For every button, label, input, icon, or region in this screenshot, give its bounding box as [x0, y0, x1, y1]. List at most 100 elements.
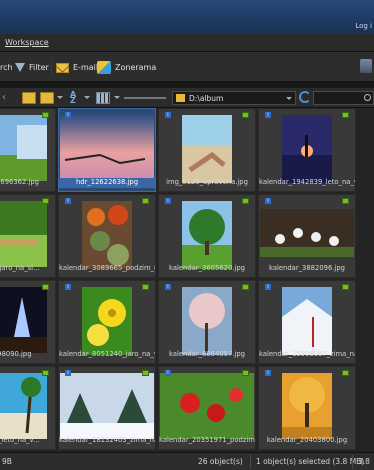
thumbnail-caption: img_0128_upravena.jpg	[166, 178, 248, 186]
search-input[interactable]	[313, 91, 374, 105]
chevron-down-icon[interactable]	[57, 96, 63, 99]
exif-badge-icon	[342, 112, 349, 118]
search-icon[interactable]	[364, 94, 371, 101]
path-text: D:\album	[189, 94, 224, 103]
path-field[interactable]: D:\album	[172, 91, 296, 105]
folder-icon[interactable]	[40, 92, 54, 104]
thumbnail-caption: kalendar_15908067_zima_na_...	[259, 350, 355, 358]
thumbnail-caption: kalendar_3882096.jpg	[269, 264, 345, 272]
status-object-count: 26 object(s)	[198, 457, 243, 466]
status-selection: 1 object(s) selected (3.8 MB)	[256, 457, 365, 466]
publish-icon[interactable]	[360, 59, 372, 73]
photo-thumbnail	[182, 201, 232, 269]
exif-badge-icon	[242, 112, 249, 118]
photo-thumbnail	[160, 373, 254, 439]
thumbnail-tile[interactable]: i kalendar_3882096.jpg	[258, 194, 356, 278]
exif-badge-icon	[242, 370, 249, 376]
thumbnail-caption: kalendar_3605620.jpg	[169, 264, 245, 272]
info-badge-icon: i	[165, 284, 171, 290]
search-button[interactable]: rch	[0, 61, 13, 74]
email-label: E-mail	[73, 63, 99, 72]
thumbnail-tile[interactable]: i hdr_12622638.jpg	[58, 108, 156, 192]
exif-badge-icon	[342, 284, 349, 290]
exif-badge-icon	[342, 370, 349, 376]
sort-az-icon[interactable]: AZ	[70, 91, 82, 105]
thumbnail-tile[interactable]: i kalendar_18132403_zima_na...	[58, 366, 156, 450]
photo-thumbnail	[0, 201, 47, 267]
thumbnail-tile[interactable]: i kalendar_20351971_podzim...	[158, 366, 256, 450]
photo-thumbnail	[282, 287, 332, 355]
thumbnail-caption: kalendar_8864097.jpg	[169, 350, 245, 358]
zonerama-button[interactable]: Zonerama	[97, 61, 156, 74]
thumbnail-tile[interactable]: i img_0128_upravena.jpg	[158, 108, 256, 192]
exif-badge-icon	[342, 198, 349, 204]
login-link[interactable]: Log i	[355, 22, 372, 30]
info-badge-icon: i	[65, 370, 71, 376]
folder-icon	[176, 94, 185, 102]
status-separator	[250, 455, 251, 469]
thumbnail-size-slider[interactable]	[124, 97, 166, 99]
photo-thumbnail	[0, 115, 47, 181]
thumbnail-caption: kalendar_3089665_podzim_n...	[59, 264, 155, 272]
thumbnail-caption: _xxl_24696362.jpg	[0, 178, 39, 186]
exif-badge-icon	[142, 370, 149, 376]
email-button[interactable]: E-mail	[56, 61, 98, 74]
info-badge-icon: i	[65, 198, 71, 204]
status-separator	[352, 455, 353, 469]
view-mode-icon[interactable]	[96, 92, 110, 104]
thumbnail-tile[interactable]: i kalendar_3605620.jpg	[158, 194, 256, 278]
info-badge-icon: i	[165, 198, 171, 204]
thumbnail-caption: l59778_leto_na_v...	[0, 436, 40, 444]
exif-badge-icon	[42, 198, 49, 204]
exif-badge-icon	[242, 198, 249, 204]
thumbnail-tile[interactable]: i kalendar_8051240_jaro_na_v...	[58, 280, 156, 364]
photo-thumbnail	[282, 115, 332, 183]
thumbnail-tile[interactable]: i kalendar_3089665_podzim_n...	[58, 194, 156, 278]
thumbnail-caption: 72414_jaro_na_si...	[0, 264, 40, 272]
browse-toolbar: ‹ AZ D:\album	[0, 88, 374, 108]
photo-thumbnail	[82, 201, 132, 269]
exif-badge-icon	[142, 284, 149, 290]
refresh-icon[interactable]	[299, 91, 311, 103]
info-badge-icon: i	[265, 198, 271, 204]
photo-thumbnail	[182, 115, 232, 183]
thumbnail-tile[interactable]: l59778_leto_na_v...	[0, 366, 56, 450]
thumbnail-tile[interactable]: i kalendar_20403800.jpg	[258, 366, 356, 450]
info-badge-icon: i	[265, 284, 271, 290]
thumbnail-tile[interactable]: i kalendar_1942839_leto_na_v...	[258, 108, 356, 192]
search-label: rch	[0, 63, 13, 72]
chevron-down-icon[interactable]	[114, 96, 120, 99]
thumbnail-tile[interactable]: 72414_jaro_na_si...	[0, 194, 56, 278]
info-badge-icon: i	[265, 370, 271, 376]
exif-badge-icon	[42, 370, 49, 376]
thumbnail-tile[interactable]: r_7698090.jpg	[0, 280, 56, 364]
menu-bar: Workspace	[0, 34, 374, 52]
folder-up-icon[interactable]	[22, 92, 36, 104]
thumbnail-caption: kalendar_8051240_jaro_na_v...	[59, 350, 155, 358]
photo-thumbnail	[82, 287, 132, 355]
thumbnail-caption: kalendar_1942839_leto_na_v...	[259, 178, 355, 186]
info-badge-icon: i	[65, 284, 71, 290]
thumbnail-tile[interactable]: i kalendar_8864097.jpg	[158, 280, 256, 364]
exif-badge-icon	[42, 284, 49, 290]
thumbnail-caption: kalendar_18132403_zima_na...	[59, 436, 155, 444]
thumbnail-caption: kalendar_20351971_podzim...	[159, 436, 255, 444]
back-arrow-icon[interactable]: ‹	[2, 92, 10, 104]
thumbnail-caption: r_7698090.jpg	[0, 350, 32, 358]
zonerama-label: Zonerama	[115, 63, 157, 72]
zonerama-icon	[97, 61, 111, 74]
chevron-down-icon[interactable]	[84, 96, 90, 99]
thumbnail-tile[interactable]: i kalendar_15908067_zima_na_...	[258, 280, 356, 364]
window-title-bar: Log i	[0, 0, 374, 34]
info-badge-icon: i	[265, 112, 271, 118]
exif-badge-icon	[42, 112, 49, 118]
thumbnail-tile[interactable]: _xxl_24696362.jpg	[0, 108, 56, 192]
photo-thumbnail	[282, 373, 332, 439]
chevron-down-icon[interactable]	[286, 97, 292, 100]
status-size: 3.8	[358, 457, 370, 466]
menu-workspace[interactable]: Workspace	[5, 38, 49, 47]
thumbnail-grid: _xxl_24696362.jpg i hdr_12622638.jpg i i…	[0, 108, 374, 452]
photo-thumbnail	[60, 115, 154, 183]
filter-button[interactable]: Filter	[15, 61, 49, 74]
photo-thumbnail	[260, 209, 354, 257]
